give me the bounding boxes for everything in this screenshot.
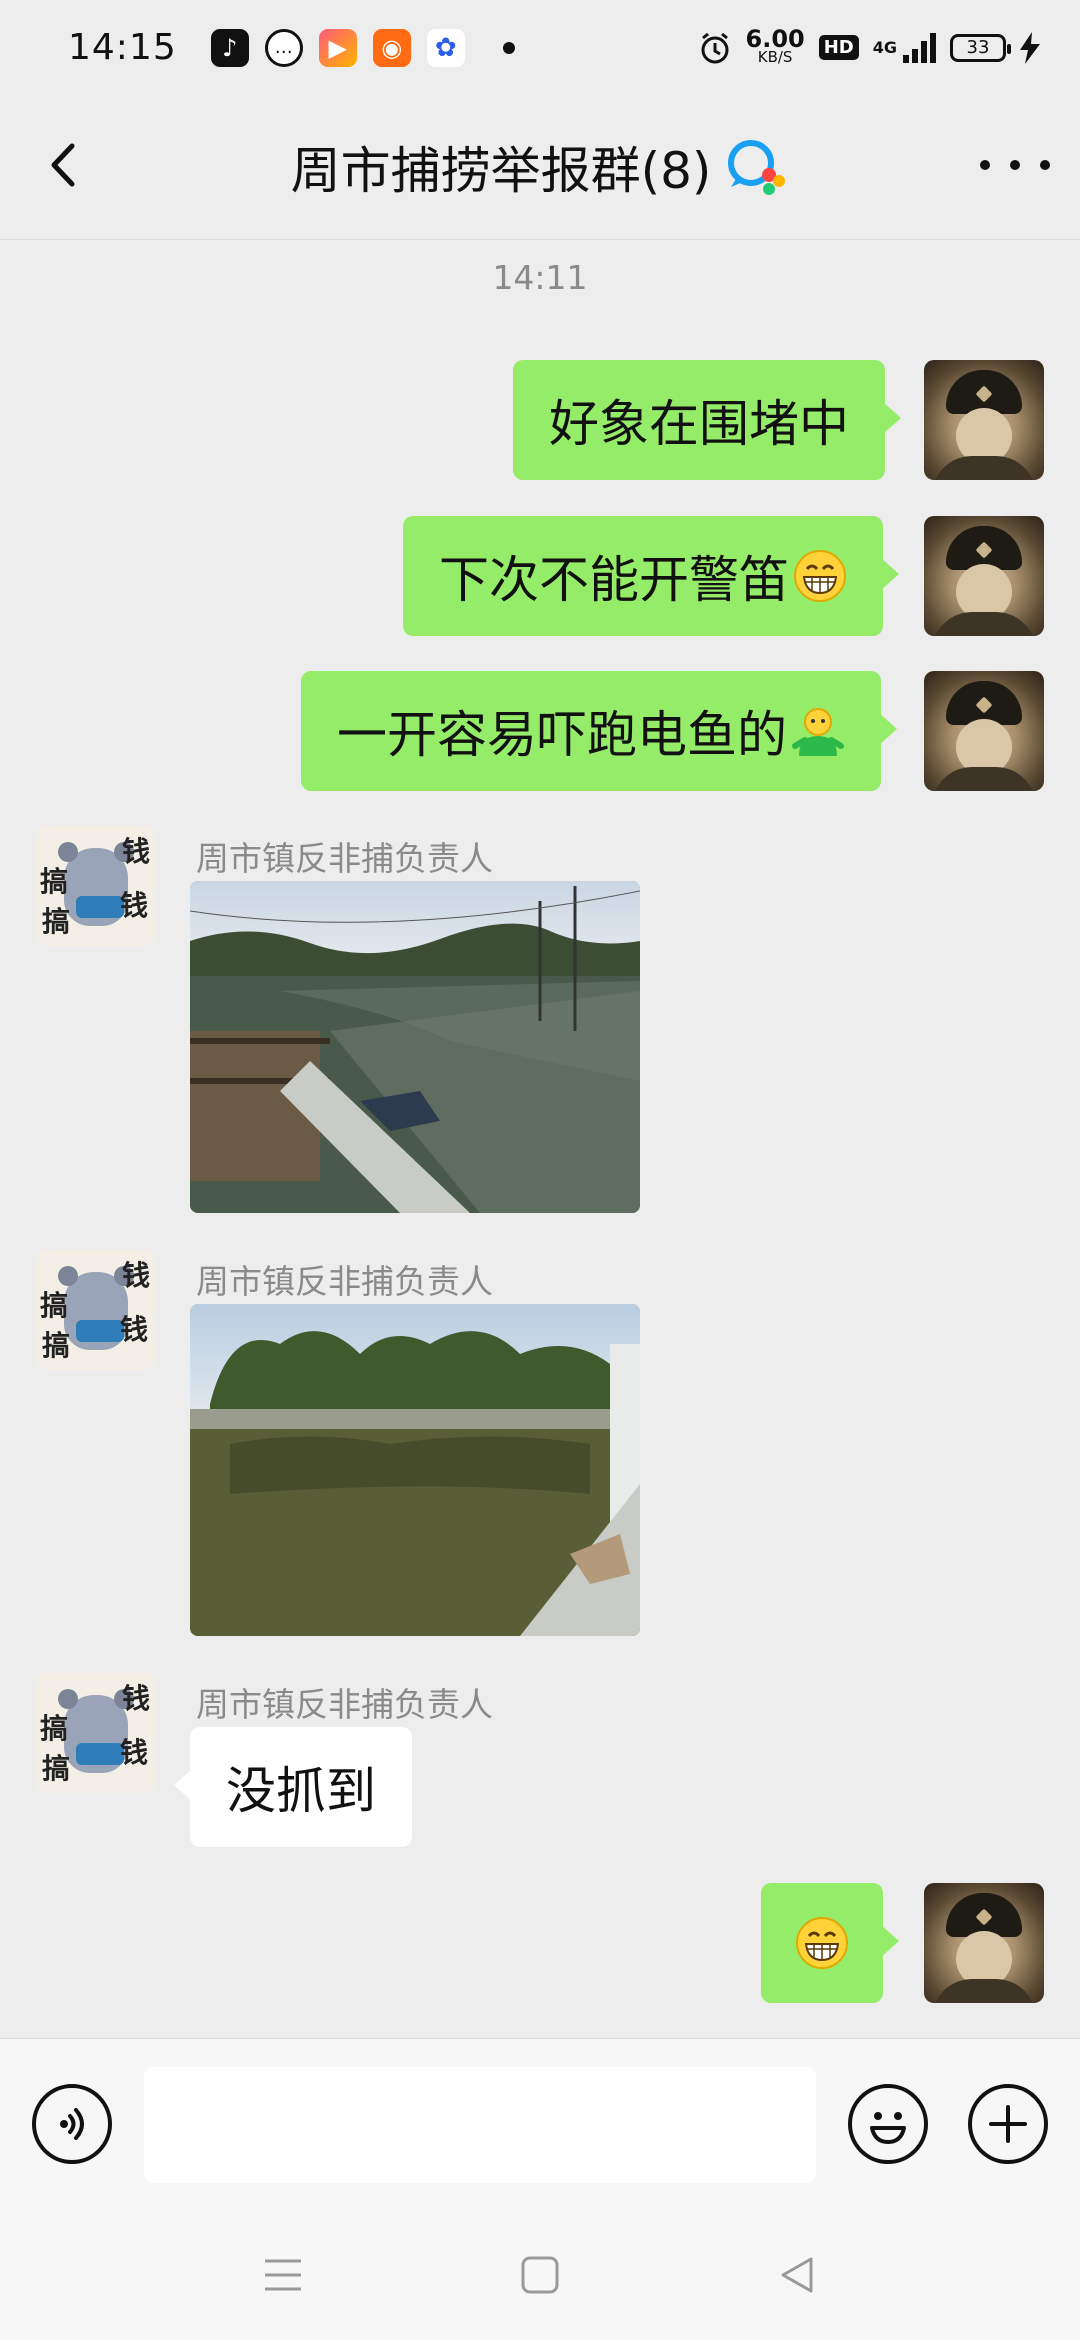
my-avatar[interactable] xyxy=(924,671,1044,791)
smiley-face-icon xyxy=(870,2112,906,2144)
sender-name: 周市镇反非捕负责人 xyxy=(196,839,493,878)
system-navigation-bar xyxy=(0,2208,1080,2340)
sender-avatar[interactable]: 钱 搞 搞 钱 xyxy=(36,1250,156,1370)
message-input-bar xyxy=(0,2038,1080,2208)
my-avatar[interactable] xyxy=(924,516,1044,636)
status-indicators: 6.00 KB/S HD 4G 33 xyxy=(698,24,1040,66)
home-square-icon xyxy=(521,2256,559,2294)
message-text: 没抓到 xyxy=(226,1762,376,1820)
more-dot xyxy=(980,160,990,170)
avatar-char: 搞 xyxy=(42,1329,71,1362)
photo-content xyxy=(190,881,640,1213)
network-type: 4G xyxy=(872,38,897,57)
my-avatar[interactable] xyxy=(924,360,1044,480)
more-dot xyxy=(1040,160,1050,170)
voice-input-icon xyxy=(60,2108,84,2140)
sender-name: 周市镇反非捕负责人 xyxy=(196,1262,493,1301)
avatar-char: 钱 xyxy=(121,835,150,868)
wechat-group-chat-screen: 14:15 ♪ … ▶ ◉ ✿ 6.00 KB/S HD 4G 33 周市捕捞举… xyxy=(0,0,1080,2340)
chat-title-group[interactable]: 周市捕捞举报群(8) xyxy=(291,131,790,203)
sender-avatar[interactable]: 钱 搞 搞 钱 xyxy=(36,826,156,946)
more-notifications-dot xyxy=(502,41,515,54)
status-time: 14:15 xyxy=(68,27,177,68)
network-speed-unit: KB/S xyxy=(757,47,793,66)
emoji-button[interactable] xyxy=(848,2084,928,2164)
my-message-bubble[interactable]: 下次不能开警笛 xyxy=(403,516,899,636)
avatar-char: 搞 xyxy=(40,865,69,898)
green-figure-emoji-icon xyxy=(792,708,844,756)
river-with-boat-photo-1[interactable] xyxy=(190,881,640,1213)
avatar-char: 钱 xyxy=(121,1259,150,1292)
my-avatar[interactable] xyxy=(924,1883,1044,2003)
grin-emoji-icon xyxy=(796,1917,848,1969)
chevron-left-icon xyxy=(51,143,75,187)
avatar-char: 搞 xyxy=(42,1752,71,1785)
avatar-char: 搞 xyxy=(40,1712,69,1745)
message-text: 好象在围堵中 xyxy=(549,395,849,453)
other-message-bubble[interactable]: 没抓到 xyxy=(174,1727,412,1847)
river-with-boat-photo-2[interactable] xyxy=(190,1304,640,1636)
chat-header: 周市捕捞举报群(8) xyxy=(0,95,1080,240)
notification-app-icons: ♪ … ▶ ◉ ✿ xyxy=(210,28,515,67)
group-chat-badge-icon xyxy=(728,140,786,195)
system-back-button[interactable] xyxy=(772,2250,822,2300)
more-options-button[interactable] xyxy=(980,140,1050,190)
more-functions-button[interactable] xyxy=(968,2084,1048,2164)
home-button[interactable] xyxy=(515,2250,565,2300)
avatar-char: 钱 xyxy=(119,1313,148,1346)
avatar-char: 搞 xyxy=(40,1289,69,1322)
message-input[interactable] xyxy=(144,2067,816,2183)
message-text: 一开容易吓跑电鱼的 xyxy=(337,706,787,764)
plus-icon xyxy=(989,2105,1027,2143)
sender-avatar[interactable]: 钱 搞 搞 钱 xyxy=(36,1673,156,1793)
sender-name: 周市镇反非捕负责人 xyxy=(196,1685,493,1724)
menu-lines-icon xyxy=(265,2259,301,2291)
signal-strength-icon xyxy=(903,32,936,63)
avatar-char: 钱 xyxy=(119,1736,148,1769)
video-play-icon: ▶ xyxy=(318,28,357,67)
message-text: 下次不能开警笛 xyxy=(439,551,789,609)
baidu-icon: ✿ xyxy=(426,28,465,67)
voice-input-button[interactable] xyxy=(32,2084,112,2164)
charging-bolt-icon xyxy=(1020,31,1040,64)
my-message-bubble[interactable] xyxy=(761,1883,899,2003)
back-triangle-icon xyxy=(781,2257,813,2293)
chat-title: 周市捕捞举报群(8) xyxy=(290,142,712,200)
my-message-bubble[interactable]: 一开容易吓跑电鱼的 xyxy=(301,671,897,791)
battery-icon: 33 xyxy=(950,33,1011,62)
recent-apps-button[interactable] xyxy=(258,2250,308,2300)
more-dot xyxy=(1010,160,1020,170)
grin-emoji-icon xyxy=(794,550,846,602)
my-message-bubble[interactable]: 好象在围堵中 xyxy=(513,360,901,480)
status-bar: 14:15 ♪ … ▶ ◉ ✿ 6.00 KB/S HD 4G 33 xyxy=(0,0,1080,95)
battery-level: 33 xyxy=(966,37,990,58)
message-timestamp: 14:11 xyxy=(492,258,588,297)
alarm-clock-icon xyxy=(701,32,728,63)
hd-badge: HD xyxy=(818,35,859,60)
network-speed-value: 6.00 xyxy=(745,24,805,53)
photo-content xyxy=(190,1304,640,1636)
avatar-char: 搞 xyxy=(42,905,71,938)
network-speed: 6.00 KB/S xyxy=(745,24,805,66)
kuaishou-icon: ◉ xyxy=(372,28,411,67)
tiktok-icon: ♪ xyxy=(210,28,249,67)
avatar-char: 钱 xyxy=(121,1682,150,1715)
avatar-char: 钱 xyxy=(119,889,148,922)
chat-bubble-icon: … xyxy=(264,28,303,67)
back-button[interactable] xyxy=(40,140,90,190)
